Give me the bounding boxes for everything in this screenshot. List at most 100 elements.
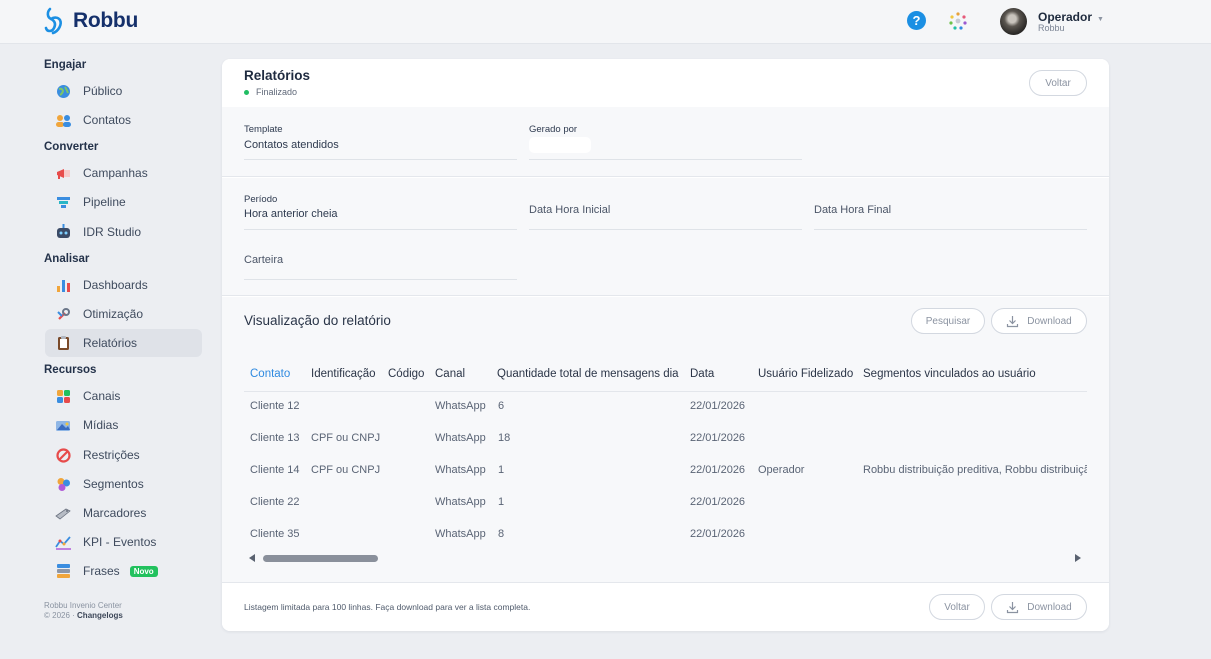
sidebar-item-label: Segmentos bbox=[83, 477, 144, 491]
cell-data: 22/01/2026 bbox=[690, 432, 746, 444]
sidebar-item-label: Campanhas bbox=[83, 166, 148, 180]
sidebar-item-contatos[interactable]: Contatos bbox=[45, 106, 202, 134]
sidebar-item-publico[interactable]: Público bbox=[45, 77, 202, 105]
cell-usuario-fidelizado: Operador bbox=[758, 464, 805, 476]
cell-contato: Cliente 13 bbox=[250, 432, 300, 444]
sidebar-item-label: Público bbox=[83, 84, 123, 98]
column-header-codigo[interactable]: Código bbox=[388, 368, 424, 380]
sidebar-item-relatorios[interactable]: Relatórios bbox=[45, 329, 202, 357]
report-template-section: Template Contatos atendidos Gerado por bbox=[222, 107, 1109, 177]
search-button[interactable]: Pesquisar bbox=[911, 308, 985, 334]
tag-icon bbox=[55, 505, 72, 522]
cell-canal: WhatsApp bbox=[435, 400, 486, 412]
download-button[interactable]: Download bbox=[991, 308, 1087, 334]
column-header-identificacao[interactable]: Identificação bbox=[311, 368, 376, 380]
sidebar-item-label: Pipeline bbox=[83, 195, 126, 209]
column-header-usuario-fidelizado[interactable]: Usuário Fidelizado bbox=[758, 368, 853, 380]
brand-name: Robbu bbox=[73, 9, 138, 32]
robot-icon bbox=[55, 224, 72, 241]
period-value: Hora anterior cheia bbox=[244, 208, 338, 220]
template-field: Template Contatos atendidos bbox=[244, 107, 517, 160]
sidebar-item-label: IDR Studio bbox=[83, 225, 142, 239]
user-org: Robbu bbox=[1038, 23, 1065, 33]
template-value: Contatos atendidos bbox=[244, 139, 339, 151]
limit-note: Listagem limitada para 100 linhas. Faça … bbox=[244, 602, 531, 612]
status-badge: Finalizado bbox=[244, 87, 297, 97]
megaphone-icon bbox=[55, 165, 72, 182]
cell-identificacao: CPF ou CNPJ bbox=[311, 432, 381, 444]
changelogs-link[interactable]: Changelogs bbox=[77, 611, 123, 620]
scroll-left-arrow-icon[interactable] bbox=[249, 554, 255, 562]
template-label: Template bbox=[244, 124, 283, 135]
generated-by-value bbox=[529, 137, 591, 153]
new-badge: Novo bbox=[129, 565, 158, 577]
end-datetime-field[interactable]: Data Hora Final bbox=[814, 178, 1087, 230]
footer-back-button[interactable]: Voltar bbox=[929, 594, 985, 620]
help-icon[interactable]: ? bbox=[907, 11, 926, 30]
cell-canal: WhatsApp bbox=[435, 528, 486, 540]
footer-copyright: © 2026 · bbox=[44, 611, 78, 620]
people-icon bbox=[55, 112, 72, 129]
sidebar-item-otimizacao[interactable]: Otimização bbox=[45, 300, 202, 328]
channels-icon bbox=[55, 388, 72, 405]
report-table[interactable]: Contato Identificação Código Canal Quant… bbox=[244, 359, 1087, 544]
sidebar-item-dashboards[interactable]: Dashboards bbox=[45, 271, 202, 299]
globe-icon bbox=[55, 83, 72, 100]
footer-download-button[interactable]: Download bbox=[991, 594, 1087, 620]
sidebar-item-label: Frases bbox=[83, 564, 120, 578]
column-header-contato[interactable]: Contato bbox=[250, 368, 290, 380]
sidebar: Engajar Público Contatos Converter Campa… bbox=[0, 45, 212, 659]
user-avatar[interactable] bbox=[1000, 8, 1027, 35]
report-header: Relatórios Finalizado Voltar bbox=[222, 59, 1109, 107]
column-header-canal[interactable]: Canal bbox=[435, 368, 465, 380]
sidebar-item-restricoes[interactable]: Restrições bbox=[45, 441, 202, 469]
back-button[interactable]: Voltar bbox=[1029, 70, 1087, 96]
sidebar-item-kpi-eventos[interactable]: KPI - Eventos bbox=[45, 528, 202, 556]
cell-quantidade: 1 bbox=[498, 464, 505, 476]
report-footer: Listagem limitada para 100 linhas. Faça … bbox=[222, 584, 1109, 631]
period-field[interactable]: Período Hora anterior cheia bbox=[244, 178, 517, 230]
scroll-right-arrow-icon[interactable] bbox=[1075, 554, 1081, 562]
sidebar-item-marcadores[interactable]: Marcadores bbox=[45, 499, 202, 527]
sidebar-section-analisar: Analisar bbox=[44, 253, 90, 265]
column-header-data[interactable]: Data bbox=[690, 368, 714, 380]
wrench-icon bbox=[55, 306, 72, 323]
table-header-divider bbox=[244, 391, 1087, 392]
horizontal-scrollbar-thumb[interactable] bbox=[263, 555, 378, 562]
sidebar-item-label: Restrições bbox=[83, 448, 140, 462]
sidebar-item-label: Relatórios bbox=[83, 336, 138, 350]
sidebar-footer: Robbu Invenio Center © 2026 · Changelogs bbox=[44, 601, 123, 621]
column-header-quantidade[interactable]: Quantidade total de mensagens dia bbox=[497, 368, 679, 380]
sidebar-item-idr-studio[interactable]: IDR Studio bbox=[45, 218, 202, 246]
cell-contato: Cliente 14 bbox=[250, 464, 300, 476]
sidebar-item-canais[interactable]: Canais bbox=[45, 382, 202, 410]
media-icon bbox=[55, 417, 72, 434]
block-icon bbox=[55, 447, 72, 464]
sidebar-item-label: Mídias bbox=[83, 418, 119, 432]
sidebar-section-converter: Converter bbox=[44, 141, 99, 153]
sidebar-item-segmentos[interactable]: Segmentos bbox=[45, 470, 202, 498]
cell-quantidade: 18 bbox=[498, 432, 511, 444]
chevron-down-icon[interactable]: ▼ bbox=[1097, 16, 1104, 23]
start-datetime-field[interactable]: Data Hora Inicial bbox=[529, 178, 802, 230]
segments-icon bbox=[55, 476, 72, 493]
preview-title: Visualização do relatório bbox=[244, 313, 391, 328]
user-name[interactable]: Operador bbox=[1038, 10, 1092, 24]
wallet-field[interactable]: Carteira bbox=[244, 230, 517, 280]
download-icon bbox=[1007, 601, 1019, 613]
sidebar-item-pipeline[interactable]: Pipeline bbox=[45, 188, 202, 216]
apps-dots-icon[interactable] bbox=[948, 11, 968, 31]
kpi-icon bbox=[55, 534, 72, 551]
sidebar-item-label: Marcadores bbox=[83, 506, 147, 520]
sidebar-item-midias[interactable]: Mídias bbox=[45, 411, 202, 439]
cell-data: 22/01/2026 bbox=[690, 400, 746, 412]
sidebar-item-label: Canais bbox=[83, 389, 121, 403]
sidebar-item-frases[interactable]: Frases Novo bbox=[45, 557, 202, 585]
sidebar-item-campanhas[interactable]: Campanhas bbox=[45, 159, 202, 187]
report-filters-section: Período Hora anterior cheia Data Hora In… bbox=[222, 178, 1109, 296]
footer-product: Robbu Invenio Center bbox=[44, 601, 122, 610]
cell-canal: WhatsApp bbox=[435, 432, 486, 444]
brand-logo[interactable]: Robbu bbox=[44, 5, 138, 37]
column-header-segmentos[interactable]: Segmentos vinculados ao usuário bbox=[863, 368, 1036, 380]
page-title: Relatórios bbox=[244, 68, 311, 83]
